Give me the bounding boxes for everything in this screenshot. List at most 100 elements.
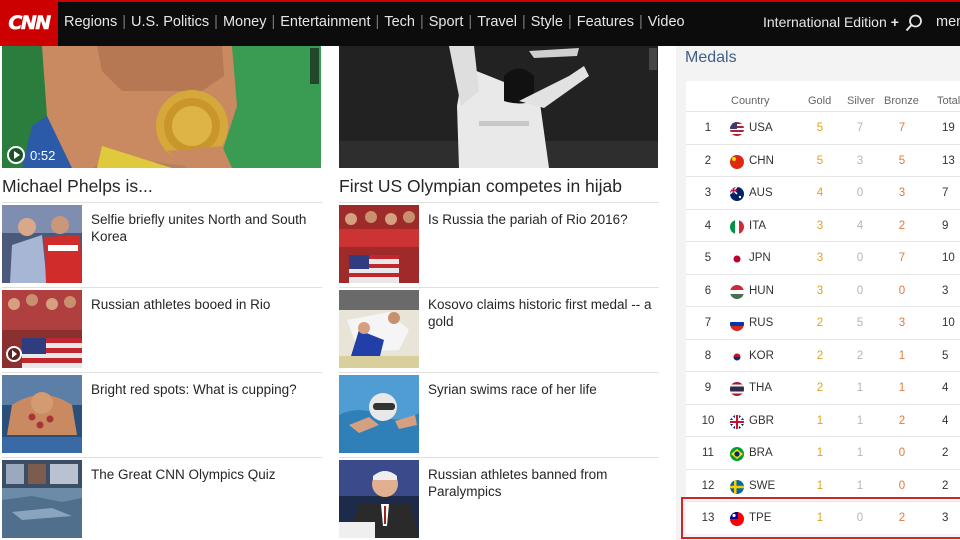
- total-count-cell: 3: [942, 284, 949, 297]
- total-count-cell: 9: [942, 219, 949, 232]
- nav-link-travel[interactable]: Travel: [477, 14, 517, 30]
- bronze-count-cell: 0: [898, 447, 906, 459]
- nav-link-us-politics[interactable]: U.S. Politics: [131, 14, 209, 30]
- list-item[interactable]: Russian athletes banned from Paralympics: [339, 457, 659, 540]
- nav-link-sport[interactable]: Sport: [429, 14, 464, 30]
- bronze-count-cell: 7: [898, 252, 906, 264]
- list-item[interactable]: Selfie briefly unites North and South Ko…: [2, 202, 322, 287]
- header-total: Total: [937, 95, 960, 107]
- header-silver: Silver: [847, 95, 875, 107]
- nav-link-features[interactable]: Features: [577, 14, 634, 30]
- total-count-cell: 2: [942, 447, 949, 459]
- country-code-cell: BRA: [749, 447, 773, 459]
- gold-count-cell: 2: [816, 317, 824, 329]
- country-code-cell: USA: [749, 122, 773, 134]
- edition-label: International Edition: [763, 14, 887, 30]
- list-item[interactable]: Bright red spots: What is cupping?: [2, 372, 322, 457]
- story-thumbnail: [339, 460, 419, 538]
- silver-count-cell: 7: [856, 122, 864, 134]
- country-code-cell: GBR: [749, 414, 774, 427]
- flag-icon: [730, 414, 744, 429]
- list-item[interactable]: Is Russia the pariah of Rio 2016?: [339, 202, 659, 287]
- country-code-cell: AUS: [749, 187, 773, 199]
- nav-link-style[interactable]: Style: [531, 14, 563, 30]
- silver-count-cell: 1: [856, 414, 864, 427]
- story-thumbnail: [339, 205, 419, 283]
- bronze-count-cell: 2: [898, 414, 906, 427]
- country-code-cell: CHN: [749, 154, 774, 167]
- table-row[interactable]: 9 THA 2 1 1 4: [686, 371, 960, 404]
- list-item[interactable]: Syrian swims race of her life: [339, 372, 659, 457]
- story-title: Is Russia the pariah of Rio 2016?: [428, 212, 628, 227]
- hero-headline-hijab[interactable]: First US Olympian competes in hijab: [339, 176, 622, 197]
- play-icon: [7, 146, 25, 164]
- list-item[interactable]: Kosovo claims historic first medal -- a …: [339, 287, 659, 372]
- story-title: Kosovo claims historic first medal -- a …: [428, 297, 652, 329]
- story-title: Syrian swims race of her life: [428, 382, 597, 397]
- gold-count-cell: 2: [816, 382, 824, 394]
- gold-count-cell: 1: [816, 414, 824, 427]
- hero-image-phelps[interactable]: 0:52: [2, 46, 321, 168]
- rank-cell: 2: [704, 154, 712, 167]
- top-nav-bar: CNN Regions | U.S. Politics | Money | Enter…: [0, 0, 960, 46]
- rank-cell: 10: [701, 414, 715, 427]
- total-count-cell: 4: [942, 414, 949, 427]
- hero-headline-phelps[interactable]: Michael Phelps is...: [2, 176, 153, 197]
- story-thumbnail: [2, 205, 82, 283]
- story-title: The Great CNN Olympics Quiz: [91, 467, 276, 482]
- nav-link-regions[interactable]: Regions: [64, 14, 117, 30]
- rank-cell: 9: [704, 382, 712, 394]
- flag-icon: [730, 349, 744, 364]
- total-count-cell: 19: [942, 122, 955, 134]
- flag-icon: [730, 154, 744, 169]
- table-row[interactable]: 5 JPN 3 0 7 10: [686, 241, 960, 274]
- table-row[interactable]: 4 ITA 3 4 2 9: [686, 208, 960, 242]
- medals-table-header: Country Gold Silver Bronze Total: [686, 81, 960, 111]
- nav-link-money[interactable]: Money: [223, 14, 267, 30]
- rank-cell: 7: [704, 317, 712, 329]
- nav-link-video[interactable]: Video: [648, 14, 685, 30]
- menu-button[interactable]: menu: [936, 14, 960, 30]
- list-item[interactable]: Russian athletes booed in Rio: [2, 287, 322, 372]
- rank-cell: 5: [704, 252, 712, 264]
- silver-count-cell: 1: [856, 447, 864, 459]
- country-code-cell: THA: [749, 382, 772, 394]
- table-row[interactable]: 8 KOR 2 2 1 5: [686, 338, 960, 372]
- nav-link-entertainment[interactable]: Entertainment: [280, 14, 370, 30]
- table-row[interactable]: 6 HUN 3 0 0 3: [686, 273, 960, 307]
- table-row[interactable]: 11 BRA 1 1 0 2: [686, 436, 960, 469]
- story-title: Russian athletes banned from Paralympics: [428, 467, 608, 499]
- silver-count-cell: 1: [856, 479, 864, 492]
- silver-count-cell: 4: [856, 219, 864, 232]
- edition-selector[interactable]: International Edition +: [763, 14, 899, 30]
- bronze-count-cell: 5: [898, 154, 906, 167]
- nav-link-tech[interactable]: Tech: [384, 14, 415, 30]
- table-row[interactable]: 2 CHN 5 3 5 13: [686, 143, 960, 177]
- video-duration: 0:52: [7, 146, 55, 164]
- gold-count-cell: 5: [816, 122, 824, 134]
- gold-count-cell: 1: [816, 479, 824, 492]
- list-item[interactable]: The Great CNN Olympics Quiz: [2, 457, 322, 540]
- hero-image-hijab-fencer[interactable]: [339, 46, 658, 168]
- rank-cell: 8: [704, 349, 712, 362]
- table-row[interactable]: 7 RUS 2 5 3 10: [686, 306, 960, 339]
- silver-count-cell: 3: [856, 154, 864, 167]
- story-title: Selfie briefly unites North and South Ko…: [91, 212, 307, 244]
- bronze-count-cell: 1: [898, 349, 906, 362]
- bronze-count-cell: 2: [898, 219, 906, 232]
- gold-count-cell: 3: [816, 219, 824, 232]
- table-row[interactable]: 3 AUS 4 0 3 7: [686, 176, 960, 209]
- medals-title[interactable]: Medals: [685, 49, 737, 67]
- gold-count-cell: 5: [816, 154, 824, 167]
- search-icon[interactable]: [905, 14, 923, 32]
- country-code-cell: JPN: [749, 252, 771, 264]
- cnn-logo[interactable]: CNN: [0, 0, 58, 46]
- table-row[interactable]: 1 USA 5 7 7 19: [686, 111, 960, 144]
- table-row[interactable]: 10 GBR 1 1 2 4: [686, 403, 960, 437]
- edition-plus-icon: +: [890, 14, 899, 30]
- story-thumbnail: [2, 290, 82, 368]
- gold-count-cell: 4: [816, 187, 824, 199]
- flag-icon: [730, 252, 744, 266]
- story-title: Russian athletes booed in Rio: [91, 297, 271, 312]
- bronze-count-cell: 1: [898, 382, 906, 394]
